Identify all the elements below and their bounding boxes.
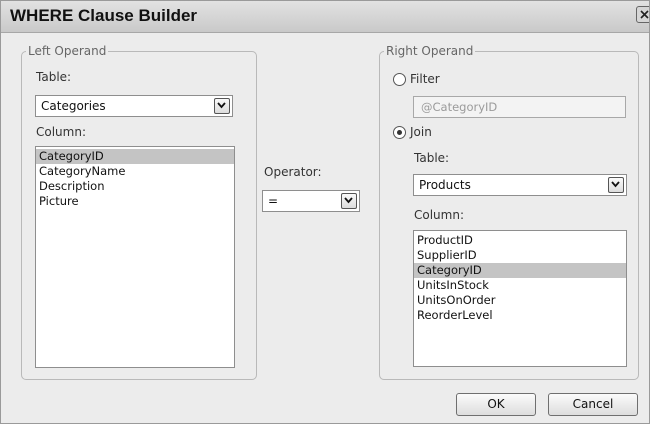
chevron-down-icon[interactable] xyxy=(608,177,624,193)
left-column-list[interactable]: CategoryID CategoryName Description Picture xyxy=(35,146,235,368)
list-item[interactable]: Description xyxy=(36,179,234,194)
right-operand-legend: Right Operand xyxy=(386,44,474,58)
chevron-down-icon[interactable] xyxy=(341,193,357,209)
right-table-value: Products xyxy=(419,178,471,192)
title-bar: WHERE Clause Builder xyxy=(1,1,649,33)
filter-value-text: @CategoryID xyxy=(421,100,498,114)
list-item[interactable]: ReorderLevel xyxy=(414,308,626,323)
list-item[interactable]: UnitsInStock xyxy=(414,278,626,293)
right-column-list[interactable]: ProductID SupplierID CategoryID UnitsInStoc… xyxy=(413,230,627,367)
filter-radio[interactable] xyxy=(393,73,406,86)
left-table-value: Categories xyxy=(41,99,106,113)
list-item[interactable]: CategoryID xyxy=(36,149,234,164)
right-column-label: Column: xyxy=(414,208,464,222)
left-table-label: Table: xyxy=(36,70,72,84)
operator-value: = xyxy=(268,194,279,208)
operator-select[interactable]: = xyxy=(262,190,360,212)
left-column-label: Column: xyxy=(36,125,86,139)
where-clause-builder-dialog: WHERE Clause Builder Left Operand Table:… xyxy=(0,0,650,424)
list-item[interactable]: UnitsOnOrder xyxy=(414,293,626,308)
list-item[interactable]: SupplierID xyxy=(414,248,626,263)
window-title: WHERE Clause Builder xyxy=(10,6,198,25)
left-operand-legend: Left Operand xyxy=(28,44,107,58)
filter-radio-label[interactable]: Filter xyxy=(410,72,440,86)
ok-button[interactable]: OK xyxy=(456,393,536,416)
close-icon[interactable] xyxy=(636,6,649,23)
right-table-label: Table: xyxy=(414,151,450,165)
chevron-down-icon[interactable] xyxy=(214,98,230,114)
cancel-button[interactable]: Cancel xyxy=(548,393,638,416)
list-item[interactable]: Picture xyxy=(36,194,234,209)
join-radio[interactable] xyxy=(393,126,406,139)
operator-label: Operator: xyxy=(264,165,322,179)
right-table-select[interactable]: Products xyxy=(413,174,627,196)
join-radio-label[interactable]: Join xyxy=(410,125,432,139)
filter-value-field: @CategoryID xyxy=(413,96,626,118)
radio-dot xyxy=(397,130,402,135)
list-item[interactable]: CategoryName xyxy=(36,164,234,179)
list-item[interactable]: CategoryID xyxy=(414,263,626,278)
list-item[interactable]: ProductID xyxy=(414,233,626,248)
left-table-select[interactable]: Categories xyxy=(35,95,233,117)
